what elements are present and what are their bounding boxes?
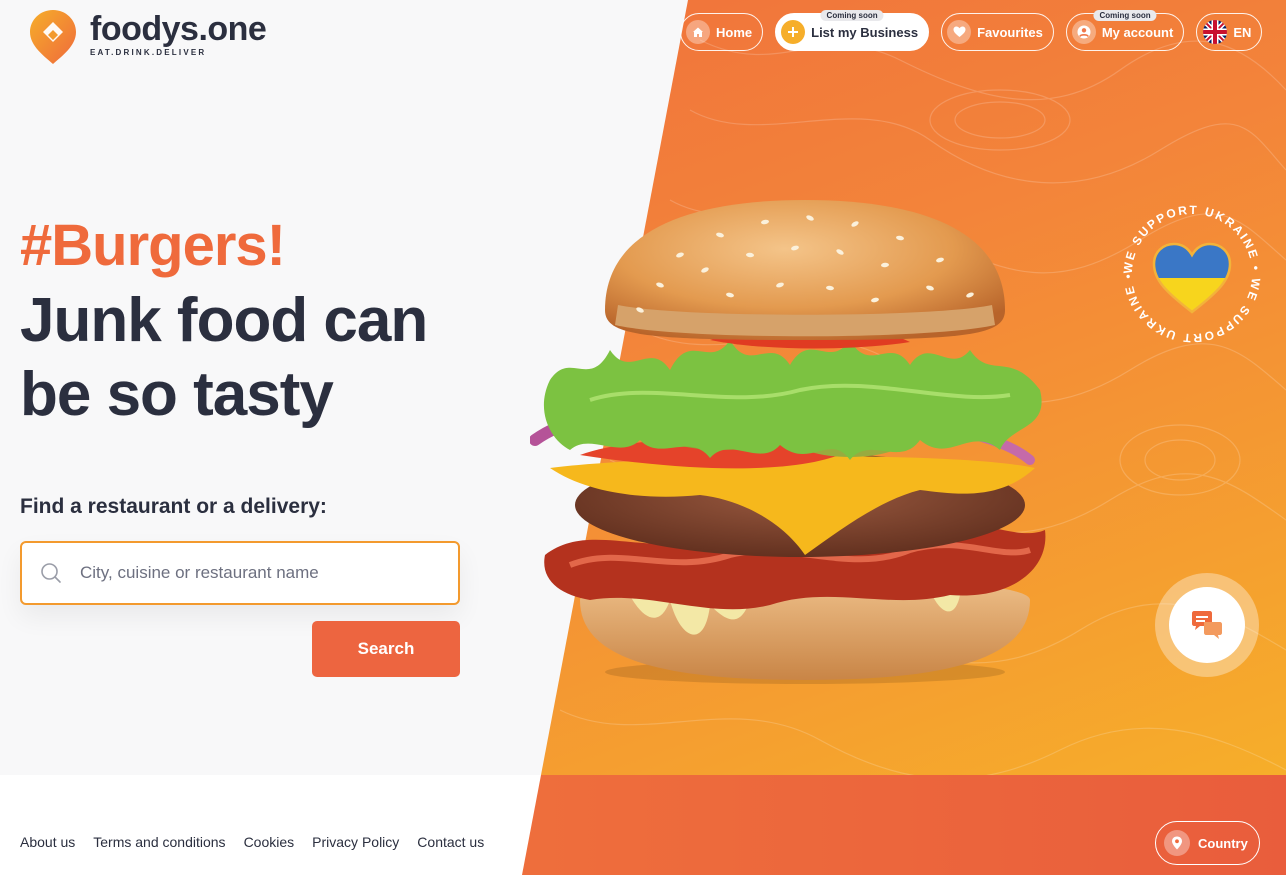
nav-favourites-label: Favourites (977, 24, 1043, 40)
coming-soon-badge: Coming soon (1093, 10, 1157, 21)
brand-name: foodys.one (90, 10, 267, 48)
language-label: EN (1233, 24, 1252, 40)
country-button[interactable]: Country (1155, 821, 1260, 865)
footer-link-privacy[interactable]: Privacy Policy (312, 834, 399, 850)
footer-links: About us Terms and conditions Cookies Pr… (20, 834, 484, 850)
location-pin-icon (1164, 830, 1190, 856)
top-nav: Home Coming soon List my Business Favour… (680, 10, 1263, 51)
nav-home-label: Home (716, 24, 753, 40)
uk-flag-icon (1203, 20, 1228, 44)
footer-link-terms[interactable]: Terms and conditions (93, 834, 225, 850)
logo-pin-icon (30, 10, 76, 64)
nav-account-label: My account (1101, 24, 1174, 40)
brand-tagline: EAT.DRINK.DELIVER (90, 48, 207, 57)
language-selector[interactable]: EN (1196, 13, 1263, 51)
search-input[interactable] (80, 563, 420, 583)
home-icon (686, 20, 710, 44)
ukraine-heart-icon (1152, 242, 1232, 314)
nav-list-business-button[interactable]: Coming soon List my Business (775, 10, 930, 51)
page: foodys.one EAT.DRINK.DELIVER Home Coming… (0, 0, 1286, 875)
nav-list-business-label: List my Business (811, 24, 919, 40)
find-label: Find a restaurant or a delivery: (20, 495, 327, 518)
heart-icon (947, 20, 972, 44)
search-button[interactable]: Search (312, 621, 460, 677)
burger-image (530, 200, 1046, 684)
coming-soon-badge: Coming soon (820, 10, 884, 21)
nav-home-button[interactable]: Home (680, 13, 764, 51)
plus-icon (781, 20, 806, 44)
hero-hashtag: #Burgers! (20, 213, 286, 278)
nav-favourites-button[interactable]: Favourites (941, 13, 1054, 51)
footer-link-cookies[interactable]: Cookies (244, 834, 295, 850)
hero-headline: Junk food can be so tasty (20, 286, 428, 429)
we-support-ukraine-badge: WE SUPPORT UKRAINE • WE SUPPORT UKRAINE … (1121, 203, 1261, 345)
nav-account-button[interactable]: Coming soon My account (1065, 10, 1185, 51)
country-label: Country (1198, 835, 1248, 851)
footer-link-about[interactable]: About us (20, 834, 75, 850)
search-field[interactable] (20, 541, 460, 605)
logo[interactable]: foodys.one EAT.DRINK.DELIVER (28, 8, 267, 66)
chat-button-wrapper (1155, 573, 1259, 677)
chat-button[interactable] (1169, 587, 1245, 663)
user-icon (1071, 20, 1096, 44)
chat-icon (1192, 611, 1222, 639)
footer-link-contact[interactable]: Contact us (417, 834, 484, 850)
search-icon (41, 563, 61, 583)
